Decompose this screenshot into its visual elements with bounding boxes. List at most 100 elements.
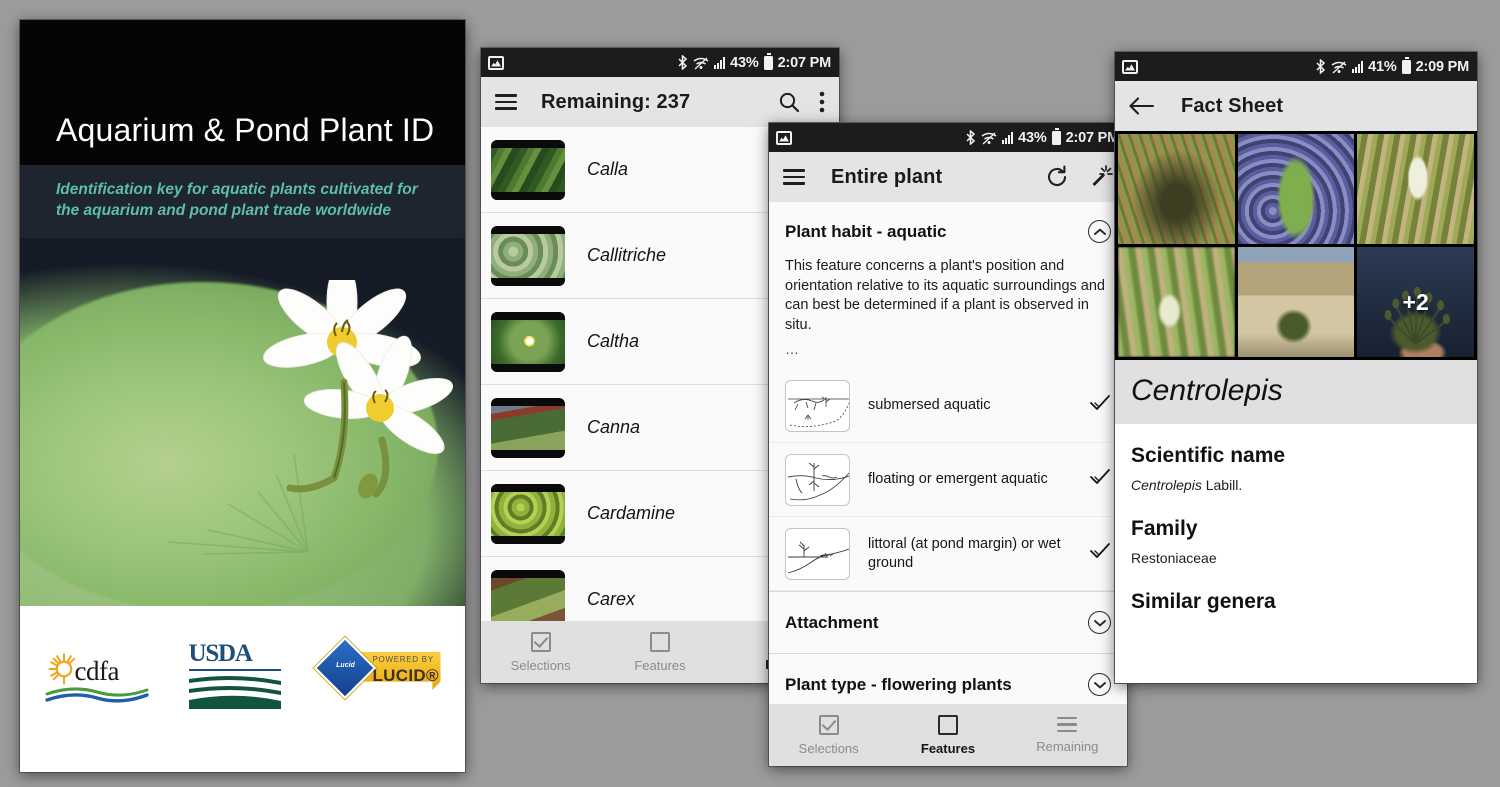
lucid-logo: Lucid POWERED BY LUCID® — [321, 644, 441, 698]
wifi-off-icon — [693, 56, 709, 70]
check-icon[interactable] — [1085, 394, 1111, 417]
signal-icon — [1002, 132, 1013, 144]
splash-screen-panel: Aquarium & Pond Plant ID Identification … — [20, 20, 465, 772]
magic-wand-icon[interactable] — [1089, 165, 1113, 189]
genus-heading: Centrolepis — [1115, 360, 1477, 424]
app-bar: Remaining: 237 — [481, 77, 839, 127]
wifi-off-icon — [1331, 60, 1347, 74]
bluetooth-icon — [1315, 59, 1326, 74]
plant-thumbnail — [491, 226, 565, 286]
plant-name: Caltha — [587, 331, 639, 352]
refresh-icon[interactable] — [1045, 165, 1069, 189]
feature-description-more: … — [769, 337, 1127, 369]
status-bar: 41% 2:09 PM — [1115, 52, 1477, 81]
chevron-up-circle-icon[interactable] — [1088, 220, 1111, 243]
checkbox-empty-icon — [650, 632, 670, 652]
more-images-badge[interactable]: +2 — [1357, 247, 1474, 357]
battery-icon — [1402, 60, 1411, 74]
plant-name: Cardamine — [587, 503, 675, 524]
tab-label: Selections — [511, 658, 571, 673]
chevron-down-circle-icon[interactable] — [1088, 673, 1111, 696]
feature-title: Attachment — [785, 613, 1088, 633]
state-row[interactable]: littoral (at pond margin) or wet ground — [769, 517, 1127, 591]
hamburger-menu-icon[interactable] — [783, 169, 805, 185]
cdfa-logo: cdfa — [45, 644, 149, 706]
clock: 2:09 PM — [1416, 59, 1469, 75]
tab-features[interactable]: Features — [600, 632, 719, 673]
plant-thumbnail — [491, 312, 565, 372]
section-heading: Scientific name — [1131, 444, 1461, 468]
floating-diagram-icon — [785, 454, 850, 506]
bluetooth-icon — [965, 130, 976, 145]
clock: 2:07 PM — [1066, 130, 1119, 146]
state-row[interactable]: submersed aquatic — [769, 369, 1127, 443]
bottom-navigation: Selections Features Remaining — [769, 704, 1127, 766]
state-row[interactable]: floating or emergent aquatic — [769, 443, 1127, 517]
plant-name: Calla — [587, 159, 628, 180]
check-icon[interactable] — [1085, 542, 1111, 565]
app-bar: Entire plant — [769, 152, 1127, 202]
app-title: Aquarium & Pond Plant ID — [20, 112, 434, 165]
tab-label: Features — [921, 741, 975, 756]
submersed-diagram-icon — [785, 380, 850, 432]
check-icon[interactable] — [1085, 468, 1111, 491]
state-label: littoral (at pond margin) or wet ground — [868, 535, 1085, 572]
page-title: Entire plant — [831, 166, 942, 189]
signal-icon — [1352, 61, 1363, 73]
section-heading: Similar genera — [1131, 590, 1461, 614]
clock: 2:07 PM — [778, 55, 831, 71]
search-icon[interactable] — [777, 90, 801, 114]
tab-selections[interactable]: Selections — [481, 632, 600, 673]
app-subtitle: Identification key for aquatic plants cu… — [56, 179, 433, 222]
state-label: submersed aquatic — [868, 396, 1085, 415]
usda-logo: USDA — [189, 644, 281, 710]
feature-accordion: Plant habit - aquatic This feature conce… — [769, 202, 1127, 715]
plant-name: Callitriche — [587, 245, 666, 266]
status-bar: 43% 2:07 PM — [769, 123, 1127, 152]
plant-name: Carex — [587, 589, 635, 610]
splash-subtitle-band: Identification key for aquatic plants cu… — [20, 165, 465, 238]
tab-label: Remaining — [1036, 739, 1098, 754]
checkbox-empty-icon — [938, 715, 958, 735]
hamburger-menu-icon[interactable] — [495, 94, 517, 110]
plant-name: Canna — [587, 417, 640, 438]
screenshot-canvas: Aquarium & Pond Plant ID Identification … — [0, 0, 1500, 787]
page-title: Fact Sheet — [1181, 95, 1283, 118]
usda-wordmark: USDA — [189, 640, 281, 668]
checkbox-checked-icon — [819, 715, 839, 735]
tab-selections[interactable]: Selections — [769, 715, 888, 756]
gallery-image[interactable] — [1238, 247, 1355, 357]
splash-photo — [20, 238, 465, 606]
bluetooth-icon — [677, 55, 688, 70]
gallery-image[interactable]: +2 — [1357, 247, 1474, 357]
plant-thumbnail — [491, 484, 565, 544]
signal-icon — [714, 57, 725, 69]
arrow-back-icon[interactable] — [1129, 96, 1155, 116]
gallery-image[interactable] — [1118, 247, 1235, 357]
scientific-name-authority: Labill. — [1202, 477, 1242, 493]
image-gallery: +2 — [1115, 131, 1477, 360]
gallery-image[interactable] — [1238, 134, 1355, 244]
screenshot-icon — [1122, 60, 1138, 74]
usda-rule — [189, 669, 281, 672]
section-value: Restoniaceae — [1131, 550, 1461, 566]
gallery-image[interactable] — [1357, 134, 1474, 244]
gallery-image[interactable] — [1118, 134, 1235, 244]
feature-header-attachment[interactable]: Attachment — [769, 591, 1127, 653]
tab-label: Features — [634, 658, 685, 673]
more-vertical-icon[interactable] — [819, 91, 825, 113]
battery-percent: 41% — [1368, 59, 1396, 75]
chevron-down-circle-icon[interactable] — [1088, 611, 1111, 634]
tab-label: Selections — [799, 741, 859, 756]
flower-cluster — [256, 280, 465, 510]
battery-percent: 43% — [1018, 130, 1046, 146]
fact-sheet-content: Scientific name Centrolepis Labill. Fami… — [1115, 424, 1477, 614]
battery-icon — [1052, 131, 1061, 145]
littoral-diagram-icon — [785, 528, 850, 580]
tab-remaining[interactable]: Remaining — [1008, 717, 1127, 754]
feature-header-plant-habit[interactable]: Plant habit - aquatic — [769, 202, 1127, 257]
sponsor-logos: cdfa USDA — [20, 620, 465, 772]
battery-icon — [764, 56, 773, 70]
splash-title-band: Aquarium & Pond Plant ID — [20, 20, 465, 165]
tab-features[interactable]: Features — [888, 715, 1007, 756]
